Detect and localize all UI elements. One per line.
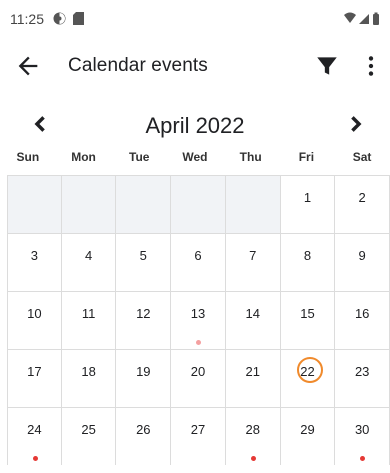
day-number: 29: [300, 422, 315, 437]
day-number: 21: [245, 364, 260, 379]
month-navigation: April 2022: [0, 104, 390, 144]
calendar-day-cell[interactable]: 13: [171, 292, 226, 349]
vpn-icon: [53, 12, 66, 25]
day-number: 12: [136, 306, 151, 321]
day-number: 26: [136, 422, 151, 437]
day-number: 22: [300, 364, 315, 379]
calendar-day-cell[interactable]: 12: [116, 292, 172, 349]
calendar-day-cell[interactable]: 18: [62, 350, 117, 407]
event-dot: [250, 456, 256, 461]
day-number: 24: [27, 422, 42, 437]
calendar-day-cell[interactable]: 10: [7, 292, 62, 349]
calendar-day-cell[interactable]: 23: [335, 350, 390, 407]
calendar-day-cell[interactable]: 30: [335, 408, 390, 465]
day-number: 18: [81, 364, 96, 379]
day-number: 16: [354, 306, 370, 321]
month-label: April 2022: [145, 113, 245, 138]
signal-icon: [359, 14, 369, 24]
day-number: 25: [81, 422, 96, 437]
more-vert-icon[interactable]: [358, 53, 384, 79]
day-number: 15: [300, 306, 315, 321]
day-number: 3: [30, 248, 38, 263]
day-number: 8: [303, 248, 312, 263]
day-number: 27: [190, 422, 206, 437]
calendar-day-cell[interactable]: 19: [116, 350, 172, 407]
calendar-day-cell[interactable]: 11: [62, 292, 117, 349]
day-number: 6: [194, 248, 202, 263]
day-number: 7: [249, 248, 257, 263]
page-title: Calendar events: [68, 55, 208, 76]
calendar-day-cell[interactable]: 7: [226, 234, 281, 291]
calendar-day-cell[interactable]: 9: [335, 234, 390, 291]
calendar-day-cell[interactable]: 16: [335, 292, 390, 349]
calendar-day-cell[interactable]: 8: [281, 234, 336, 291]
calendar-empty-cell: [61, 176, 117, 233]
day-number: 19: [136, 364, 151, 379]
day-number: 14: [245, 306, 260, 321]
day-number: 30: [354, 422, 370, 437]
status-right-icons: [344, 12, 379, 25]
filter-icon[interactable]: [314, 53, 340, 79]
day-number: 11: [81, 306, 96, 321]
calendar-week-row: 10 11 12 13 14 15 16: [7, 291, 390, 349]
calendar-grid: 1 2 3 4 5 6 7 8 9 10 11 12 13 14 15 16 17 18 19 20 21 22 23 24 2…: [7, 175, 390, 465]
app-bar: Calendar events: [0, 36, 390, 94]
calendar-empty-cell: [7, 176, 62, 233]
day-number: 1: [303, 190, 312, 205]
calendar-day-cell[interactable]: 27: [171, 408, 226, 465]
calendar-day-cell[interactable]: 29: [281, 408, 336, 465]
calendar-day-cell[interactable]: 26: [116, 408, 172, 465]
calendar-day-cell[interactable]: 20: [171, 350, 226, 407]
calendar-day-cell[interactable]: 3: [7, 234, 62, 291]
status-time: 11:25: [10, 11, 44, 27]
calendar-day-cell[interactable]: 25: [62, 408, 117, 465]
arrow-back-icon[interactable]: [14, 52, 42, 80]
calendar-day-cell[interactable]: 14: [226, 292, 281, 349]
calendar-day-cell[interactable]: 21: [226, 350, 281, 407]
calendar-empty-cell: [225, 176, 281, 233]
day-number: 23: [354, 364, 370, 379]
calendar-day-cell[interactable]: 24: [7, 408, 62, 465]
calendar-day-cell[interactable]: 17: [7, 350, 62, 407]
day-number: 20: [190, 364, 206, 379]
calendar-day-cell[interactable]: 4: [62, 234, 117, 291]
calendar-empty-cell: [116, 176, 172, 233]
day-number: 28: [245, 422, 260, 437]
weekday-label: Sun: [16, 150, 40, 164]
weekday-label: Sat: [352, 150, 372, 164]
calendar-day-cell[interactable]: 22: [281, 350, 336, 407]
sd-card-icon: [73, 12, 84, 25]
calendar-empty-cell: [171, 176, 226, 233]
weekday-label: Thu: [239, 150, 262, 164]
calendar-day-cell[interactable]: 15: [281, 292, 336, 349]
event-dot: [360, 456, 366, 461]
status-bar: 11:25: [0, 0, 390, 36]
weekday-label: Mon: [71, 150, 96, 164]
battery-icon: [373, 12, 379, 25]
calendar-day-cell[interactable]: 5: [116, 234, 172, 291]
day-number: 4: [84, 248, 93, 263]
calendar-day-cell[interactable]: 28: [226, 408, 281, 465]
day-number: 9: [358, 248, 366, 263]
event-dot: [196, 340, 202, 345]
event-dot: [33, 456, 38, 461]
wifi-icon: [344, 12, 356, 23]
calendar-day-cell[interactable]: 2: [335, 176, 390, 233]
day-number: 13: [190, 306, 206, 321]
calendar-week-row: 12: [7, 175, 390, 233]
calendar-day-cell[interactable]: 1: [281, 176, 336, 233]
calendar-week-row: 17 18 19 20 21 22 23: [7, 349, 390, 407]
calendar-week-row: 3 4 5 6 7 8 9: [7, 233, 390, 291]
calendar-day-cell[interactable]: 6: [171, 234, 226, 291]
weekday-label: Tue: [129, 150, 150, 164]
chevron-right-icon[interactable]: [342, 110, 370, 138]
day-number: 10: [27, 306, 42, 321]
day-number: 5: [139, 248, 147, 263]
weekday-label: Wed: [182, 150, 208, 164]
day-number: 17: [27, 364, 42, 379]
calendar-week-row: 24 25 26 27 28 29 30: [7, 407, 390, 465]
weekday-header: Sun Mon Tue Wed Thu Fri Sat: [0, 150, 390, 170]
weekday-label: Fri: [298, 150, 315, 164]
day-number: 2: [358, 190, 366, 205]
